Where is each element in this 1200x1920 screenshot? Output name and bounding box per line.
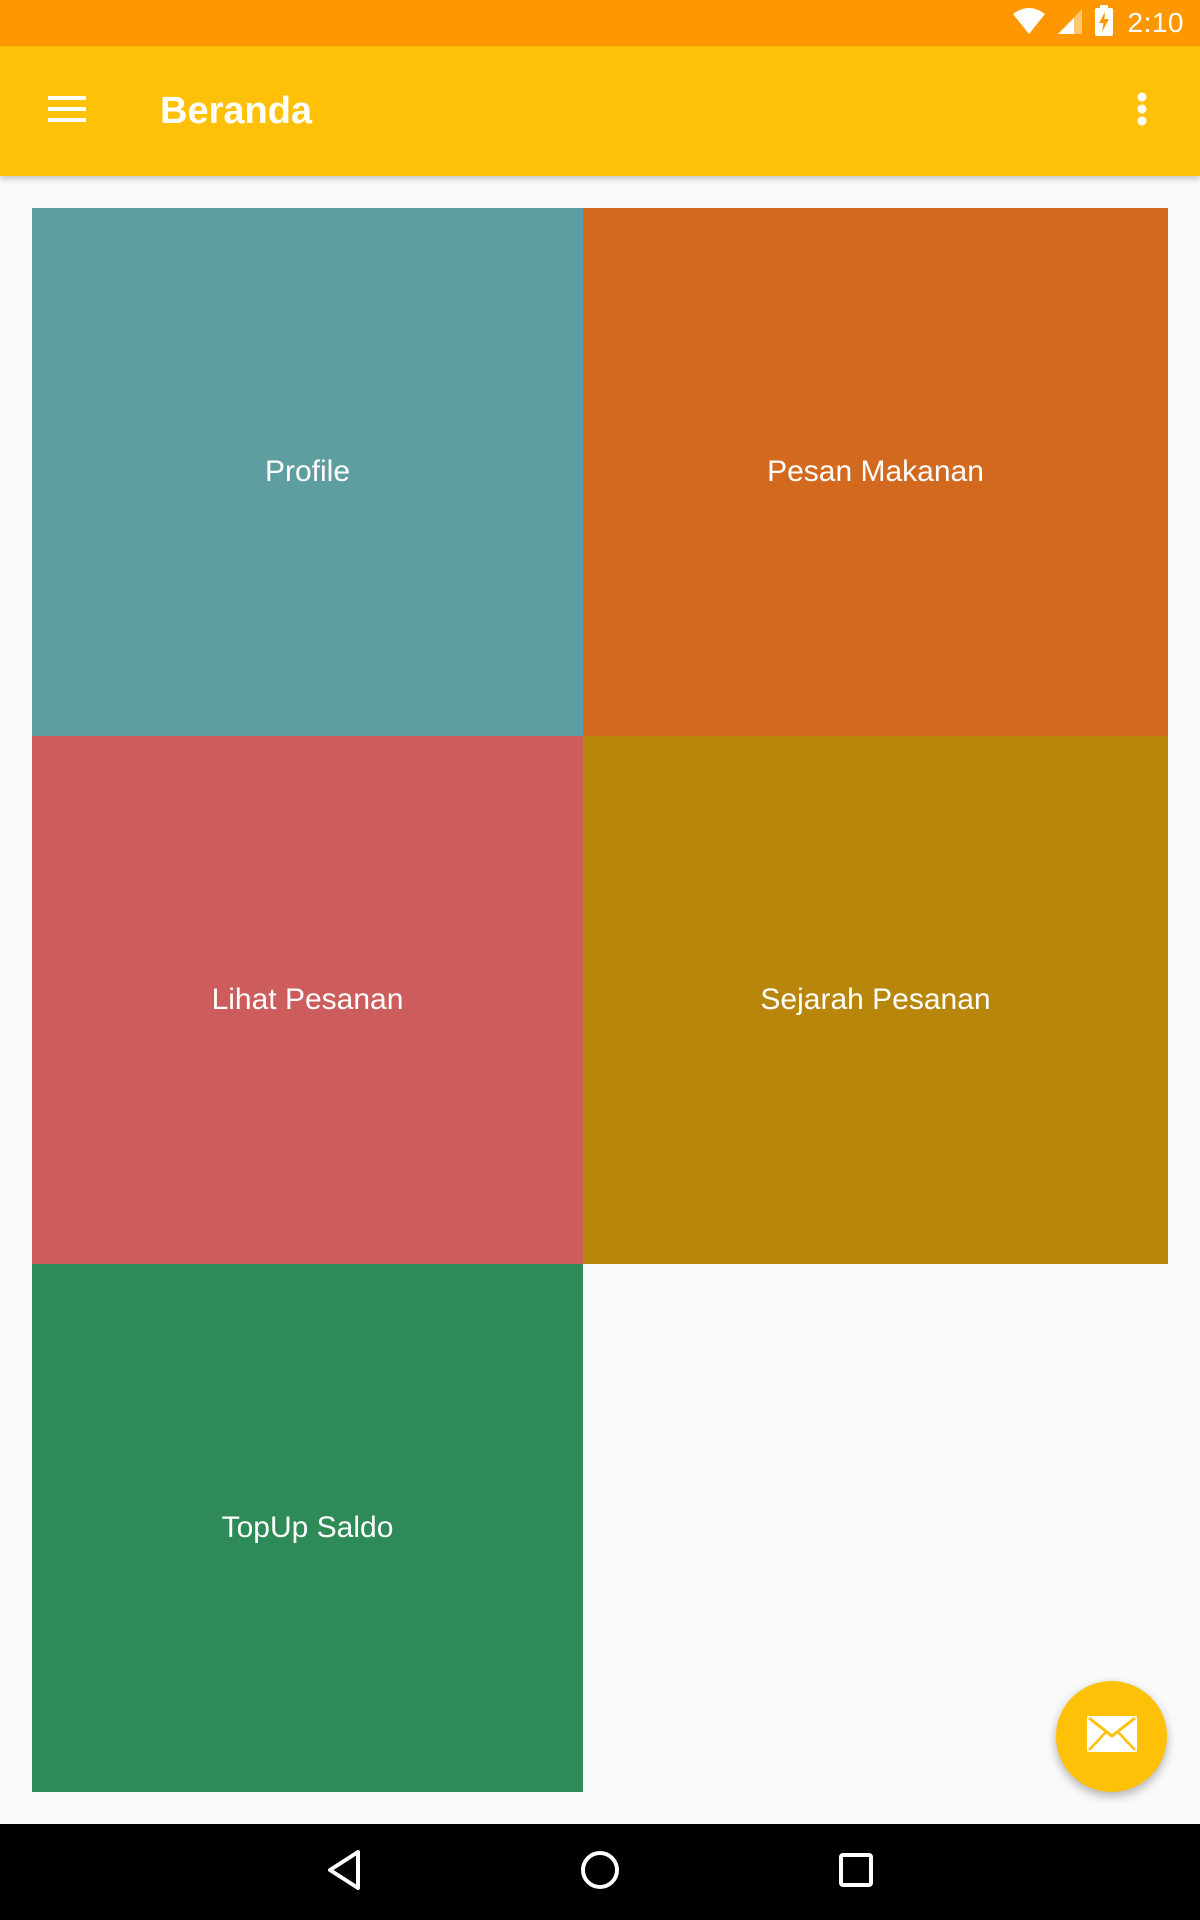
more-vert-icon bbox=[1136, 92, 1148, 131]
tile-profile[interactable]: Profile bbox=[32, 208, 583, 736]
tile-lihat-pesanan[interactable]: Lihat Pesanan bbox=[32, 736, 583, 1264]
tile-label: TopUp Saldo bbox=[221, 1511, 394, 1544]
page-title: Beranda bbox=[160, 90, 313, 132]
mail-icon bbox=[1086, 1716, 1137, 1757]
back-icon bbox=[324, 1848, 364, 1897]
tile-pesan-makanan[interactable]: Pesan Makanan bbox=[583, 208, 1168, 736]
hamburger-menu-icon bbox=[48, 94, 88, 129]
mail-fab-button[interactable] bbox=[1056, 1681, 1167, 1792]
app-bar: Beranda bbox=[0, 46, 1200, 176]
nav-home-button[interactable] bbox=[570, 1842, 630, 1902]
system-navigation-bar bbox=[0, 1824, 1200, 1920]
nav-recents-button[interactable] bbox=[826, 1842, 886, 1902]
home-icon bbox=[578, 1848, 622, 1897]
recents-icon bbox=[836, 1850, 876, 1895]
menu-button[interactable] bbox=[36, 79, 100, 143]
nav-back-button[interactable] bbox=[314, 1842, 374, 1902]
menu-grid: Profile Pesan Makanan Lihat Pesanan Seja… bbox=[0, 0, 1200, 1920]
tile-topup-saldo[interactable]: TopUp Saldo bbox=[32, 1264, 583, 1792]
tile-sejarah-pesanan[interactable]: Sejarah Pesanan bbox=[583, 736, 1168, 1264]
tile-label: Pesan Makanan bbox=[767, 455, 984, 488]
tile-label: Sejarah Pesanan bbox=[760, 983, 991, 1016]
tile-label: Profile bbox=[264, 455, 351, 488]
tile-label: Lihat Pesanan bbox=[211, 983, 404, 1016]
overflow-menu-button[interactable] bbox=[1110, 79, 1174, 143]
